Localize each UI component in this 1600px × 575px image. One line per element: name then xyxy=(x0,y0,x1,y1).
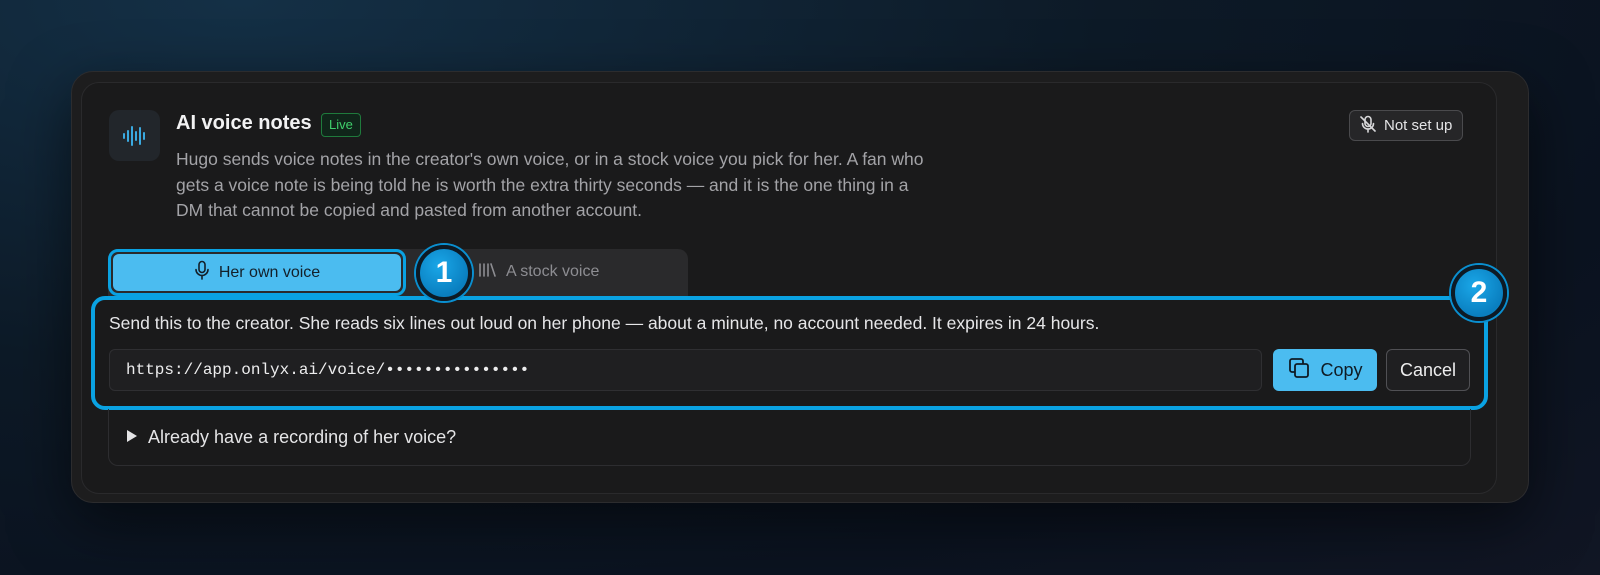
library-icon xyxy=(478,262,496,283)
page-title: AI voice notes xyxy=(176,112,312,134)
step-marker-1: 1 xyxy=(416,245,472,301)
copy-button[interactable]: Copy xyxy=(1273,349,1377,391)
status-badge[interactable]: Not set up xyxy=(1349,110,1464,141)
microphone-icon xyxy=(194,260,210,285)
step-marker-2: 2 xyxy=(1451,265,1507,321)
tab-her-own-voice[interactable]: Her own voice xyxy=(108,249,406,296)
tab-a-stock-voice[interactable]: A stock voice xyxy=(478,257,599,287)
recording-label: Already have a recording of her voice? xyxy=(148,426,457,447)
status-label: Not set up xyxy=(1384,117,1453,134)
voice-link-field[interactable]: https://app.onlyx.ai/voice/•••••••••••••… xyxy=(109,349,1262,391)
recording-disclosure[interactable]: Already have a recording of her voice? xyxy=(108,409,1471,466)
copy-icon xyxy=(1287,356,1311,385)
tab-label: Her own voice xyxy=(218,263,321,281)
copy-label: Copy xyxy=(1320,359,1363,380)
waveform-icon xyxy=(109,110,160,161)
live-badge: Live xyxy=(321,113,361,137)
feature-description: Hugo sends voice notes in the creator's … xyxy=(176,149,924,220)
mic-off-icon xyxy=(1358,114,1378,138)
cancel-button[interactable]: Cancel xyxy=(1386,349,1470,391)
tab-label: A stock voice xyxy=(506,263,600,280)
link-instruction: Send this to the creator. She reads six … xyxy=(109,313,1100,333)
triangle-right-icon xyxy=(126,427,138,448)
